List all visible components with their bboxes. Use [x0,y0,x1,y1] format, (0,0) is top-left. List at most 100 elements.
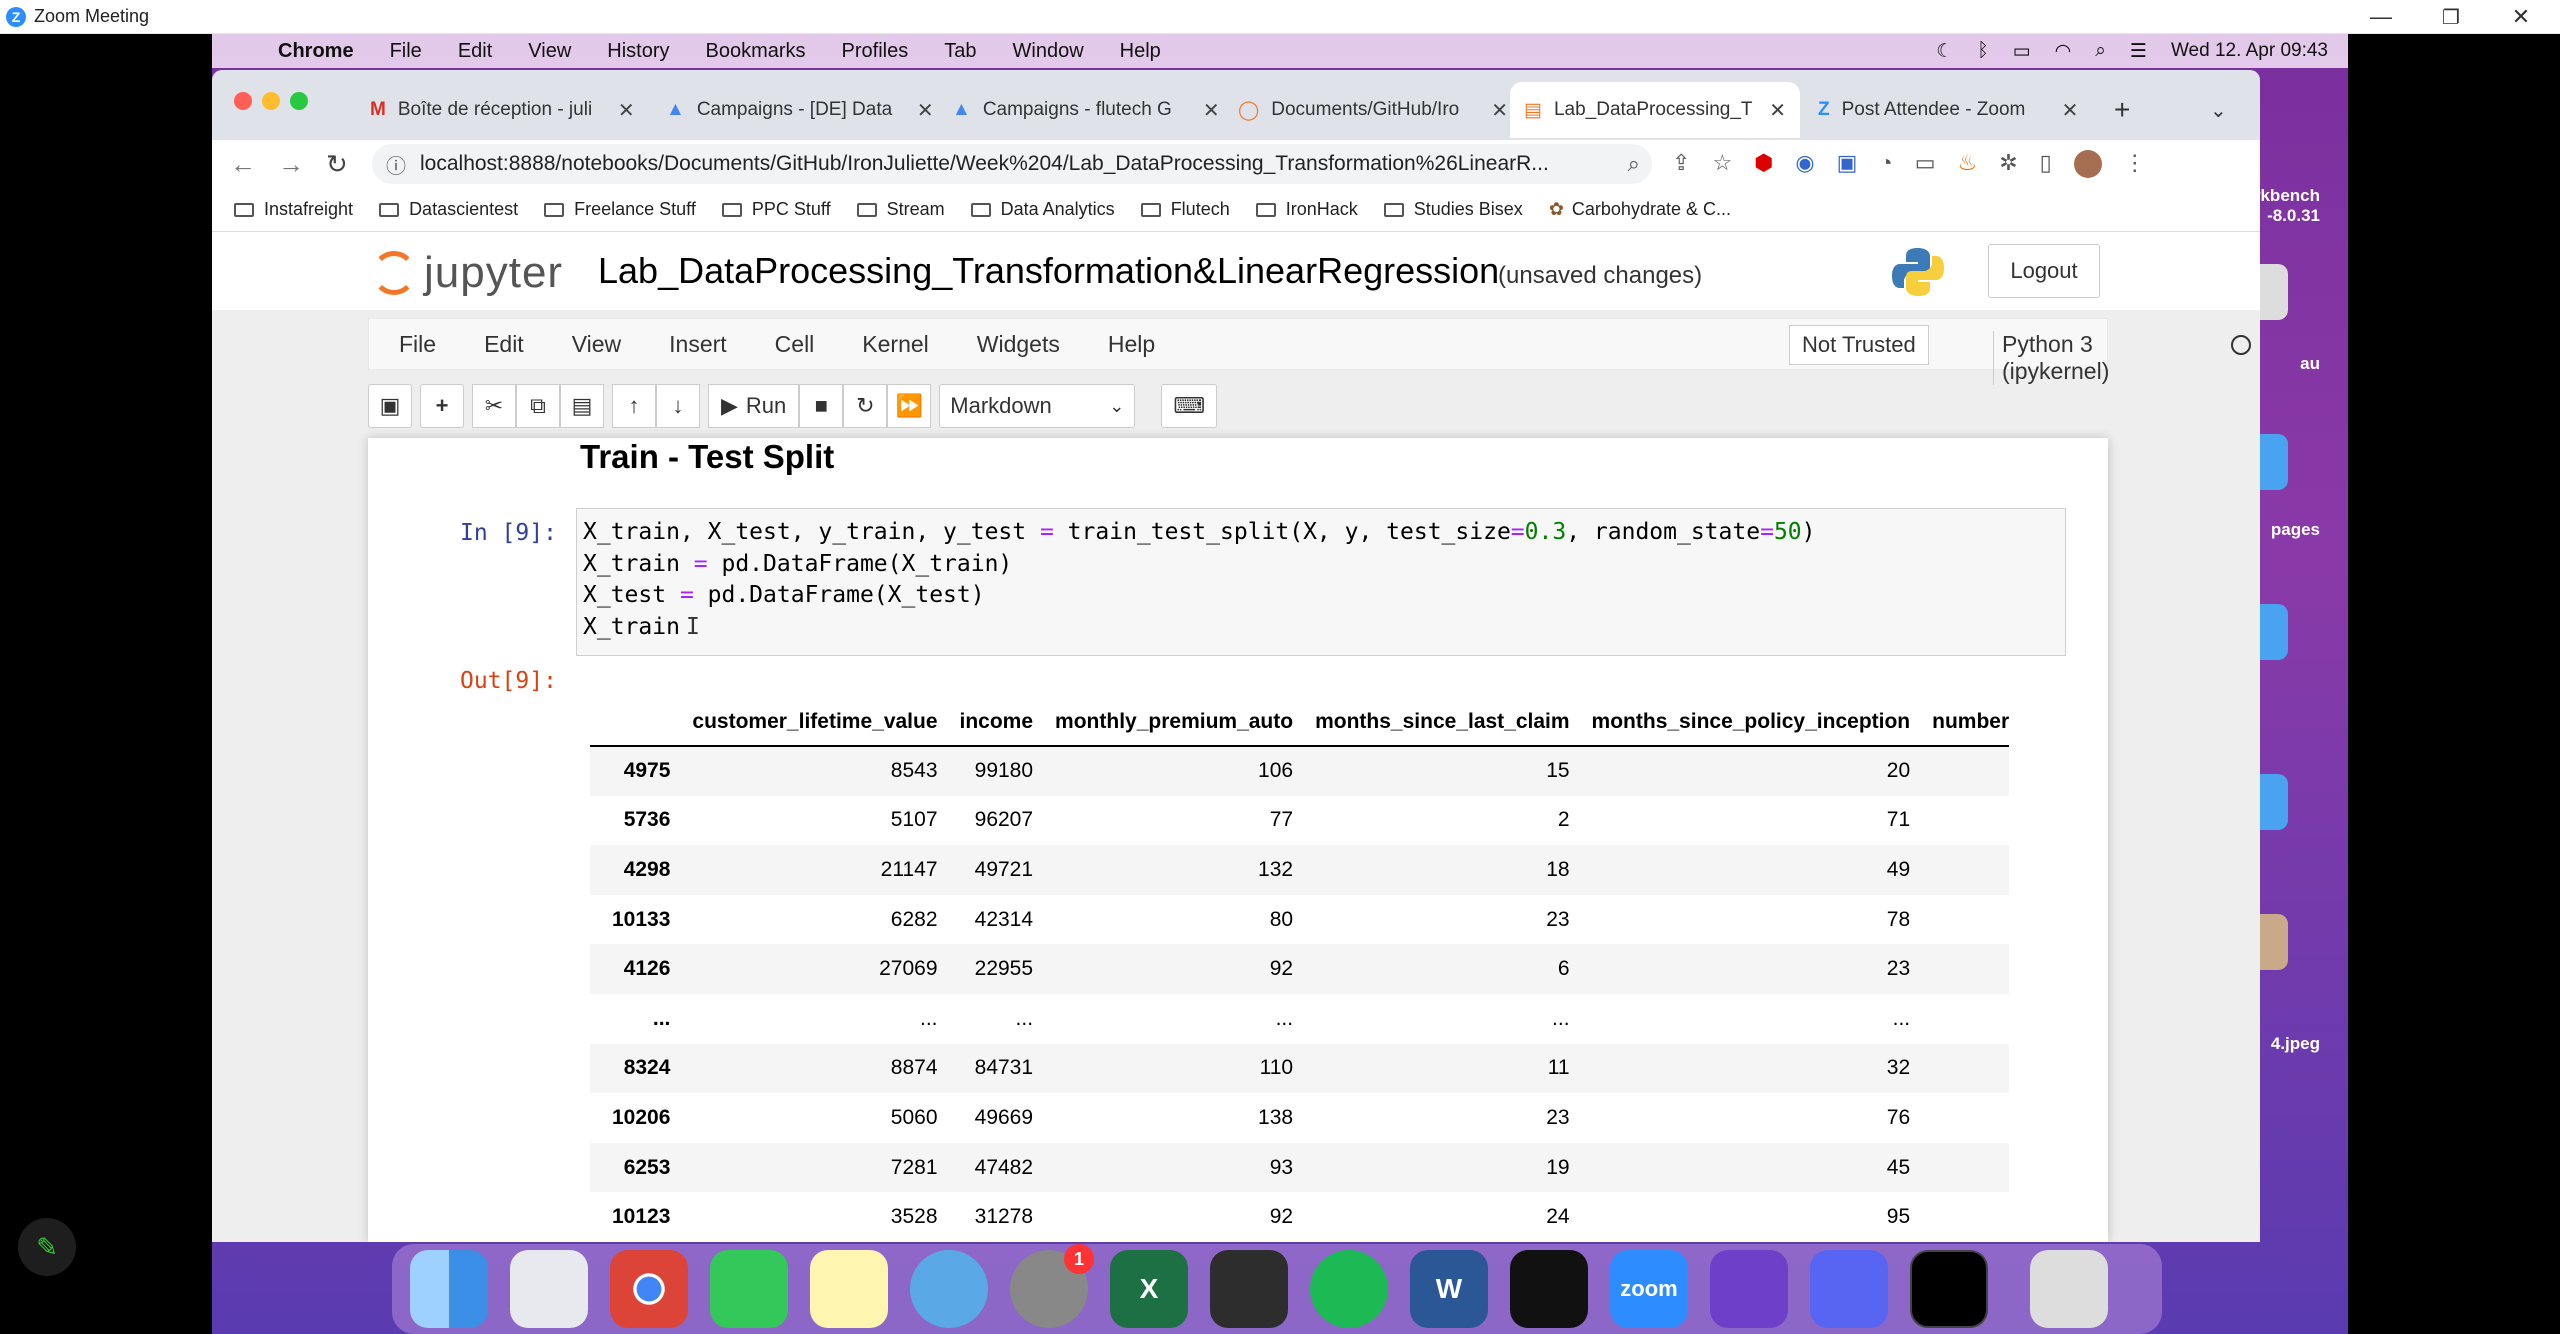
command-palette-button[interactable]: ⌨ [1161,384,1218,428]
bluetooth-icon[interactable]: ᛒ [1977,40,1988,62]
mysql-workbench-icon[interactable] [910,1250,988,1328]
calculator-icon[interactable] [1210,1250,1288,1328]
menu-view[interactable]: View [528,40,571,63]
menu-history[interactable]: History [607,40,669,63]
annotate-pen-icon[interactable]: ✎ [18,1218,76,1276]
cut-button[interactable]: ✂ [472,384,516,428]
tab-close-icon[interactable]: ✕ [618,98,635,123]
tab-close-icon[interactable]: ✕ [917,98,934,123]
save-button[interactable]: ▣ [368,384,412,428]
wifi-icon[interactable]: ◠ [2055,40,2072,63]
reload-icon[interactable]: ↻ [326,149,356,180]
system-settings-icon[interactable]: 1 [1010,1244,1094,1328]
paste-button[interactable]: ▤ [560,384,604,428]
moon-icon[interactable]: ☾ [1936,40,1953,63]
minimize-button[interactable]: — [2346,0,2416,34]
trash-icon[interactable] [2030,1250,2108,1328]
menu-bookmarks[interactable]: Bookmarks [706,40,806,63]
trust-button[interactable]: Not Trusted [1789,325,1929,365]
kernel-name[interactable]: Python 3 (ipykernel) [1993,331,2109,385]
search-icon[interactable]: ⌕ [2095,40,2106,62]
bookmark-instafreight[interactable]: Instafreight [234,199,353,220]
extension-icon[interactable]: ▣ [1837,150,1858,178]
extension-icon[interactable]: ♨ [1957,150,1977,178]
finder-icon[interactable] [410,1250,488,1328]
maximize-window-button[interactable] [290,92,308,110]
share-icon[interactable]: ⇪ [1672,150,1690,178]
new-tab-button[interactable]: + [2100,82,2144,138]
code-cell-editor[interactable]: X_train, X_test, y_train, y_test = train… [576,508,2066,656]
zoom-dock-icon[interactable]: zoom [1610,1250,1688,1328]
bookmark-freelance[interactable]: Freelance Stuff [544,199,696,220]
tab-close-icon[interactable]: ✕ [1769,98,1786,123]
nb-menu-widgets[interactable]: Widgets [977,331,1060,358]
profile-avatar[interactable] [2073,150,2102,178]
close-button[interactable]: ✕ [2486,0,2556,34]
nb-menu-insert[interactable]: Insert [669,331,727,358]
tab-close-icon[interactable]: ✕ [1203,98,1220,123]
extension-icon[interactable]: ▭ [1915,150,1936,178]
move-down-button[interactable]: ↓ [656,384,700,428]
clock[interactable]: Wed 12. Apr 09:43 [2171,40,2328,62]
close-window-button[interactable] [234,92,252,110]
move-up-button[interactable]: ↑ [612,384,656,428]
back-icon[interactable]: ← [230,149,260,180]
minimize-window-button[interactable] [262,92,280,110]
menu-edit[interactable]: Edit [458,40,492,63]
zoom-icon[interactable]: ⌕ [1628,151,1640,177]
cell-type-select[interactable]: Markdown ⌄ [939,384,1136,428]
restore-button[interactable]: ❐ [2416,0,2486,34]
address-bar[interactable]: ⓘ localhost:8888/notebooks/Documents/Git… [372,144,1652,184]
bookmark-carbohydrate[interactable]: ✿ Carbohydrate & C... [1549,199,1731,220]
tab-gmail[interactable]: M Boîte de réception - juli ✕ [356,82,649,138]
extension-icon[interactable]: ◉ [1795,150,1814,178]
side-panel-icon[interactable]: ▯ [2040,150,2052,178]
bookmark-ironhack[interactable]: IronHack [1255,199,1358,220]
menu-help[interactable]: Help [1120,40,1161,63]
tab-campaigns-de[interactable]: ▲ Campaigns - [DE] Data ✕ [652,82,948,138]
bookmark-datascientest[interactable]: Datascientest [379,199,518,220]
insert-cell-button[interactable]: + [420,384,464,428]
info-icon[interactable]: ⓘ [386,150,406,179]
nb-menu-view[interactable]: View [572,331,621,358]
nb-menu-kernel[interactable]: Kernel [862,331,928,358]
notebook-title[interactable]: Lab_DataProcessing_Transformation&Linear… [598,250,1499,292]
notes-icon[interactable] [810,1250,888,1328]
discord-icon[interactable] [1810,1250,1888,1328]
puzzle-icon[interactable]: ✲ [1999,150,2017,178]
restart-button[interactable]: ↻ [843,384,888,428]
menu-profiles[interactable]: Profiles [842,40,909,63]
bookmark-studies[interactable]: Studies Bisex [1383,199,1523,220]
tab-campaigns-flutech[interactable]: ▲ Campaigns - flutech G ✕ [938,82,1234,138]
tab-lab-notebook[interactable]: ▤ Lab_DataProcessing_T ✕ [1510,82,1800,138]
github-desktop-icon[interactable] [1710,1250,1788,1328]
tab-close-icon[interactable]: ✕ [2062,98,2079,123]
nb-menu-cell[interactable]: Cell [775,331,815,358]
star-icon[interactable]: ☆ [1712,150,1732,178]
control-center-icon[interactable]: ☰ [2130,40,2147,63]
word-icon[interactable]: W [1410,1250,1488,1328]
battery-icon[interactable]: ▭ [2013,40,2031,63]
logout-button[interactable]: Logout [1988,244,2100,298]
nb-menu-help[interactable]: Help [1108,331,1155,358]
copy-button[interactable]: ⧉ [516,384,560,428]
jupyter-logo[interactable]: jupyter [372,248,563,298]
terminal-icon[interactable] [1910,1250,1988,1328]
nb-menu-edit[interactable]: Edit [484,331,524,358]
messages-icon[interactable] [710,1250,788,1328]
menu-window[interactable]: Window [1013,40,1084,63]
extension-icon[interactable]: ⬢ [1754,150,1773,178]
menu-chrome[interactable]: Chrome [278,40,354,63]
chrome-icon[interactable] [610,1250,688,1328]
menu-tab[interactable]: Tab [944,40,976,63]
menu-file[interactable]: File [390,40,422,63]
spotify-icon[interactable] [1310,1250,1388,1328]
extension-icon[interactable]: ◔ [1879,150,1892,178]
bookmark-ppc[interactable]: PPC Stuff [721,199,831,220]
bookmark-data-analytics[interactable]: Data Analytics [970,199,1115,220]
launchpad-icon[interactable] [510,1250,588,1328]
excel-icon[interactable]: X [1110,1250,1188,1328]
tab-close-icon[interactable]: ✕ [1491,98,1508,123]
bookmark-flutech[interactable]: Flutech [1140,199,1230,220]
nb-menu-file[interactable]: File [399,331,436,358]
